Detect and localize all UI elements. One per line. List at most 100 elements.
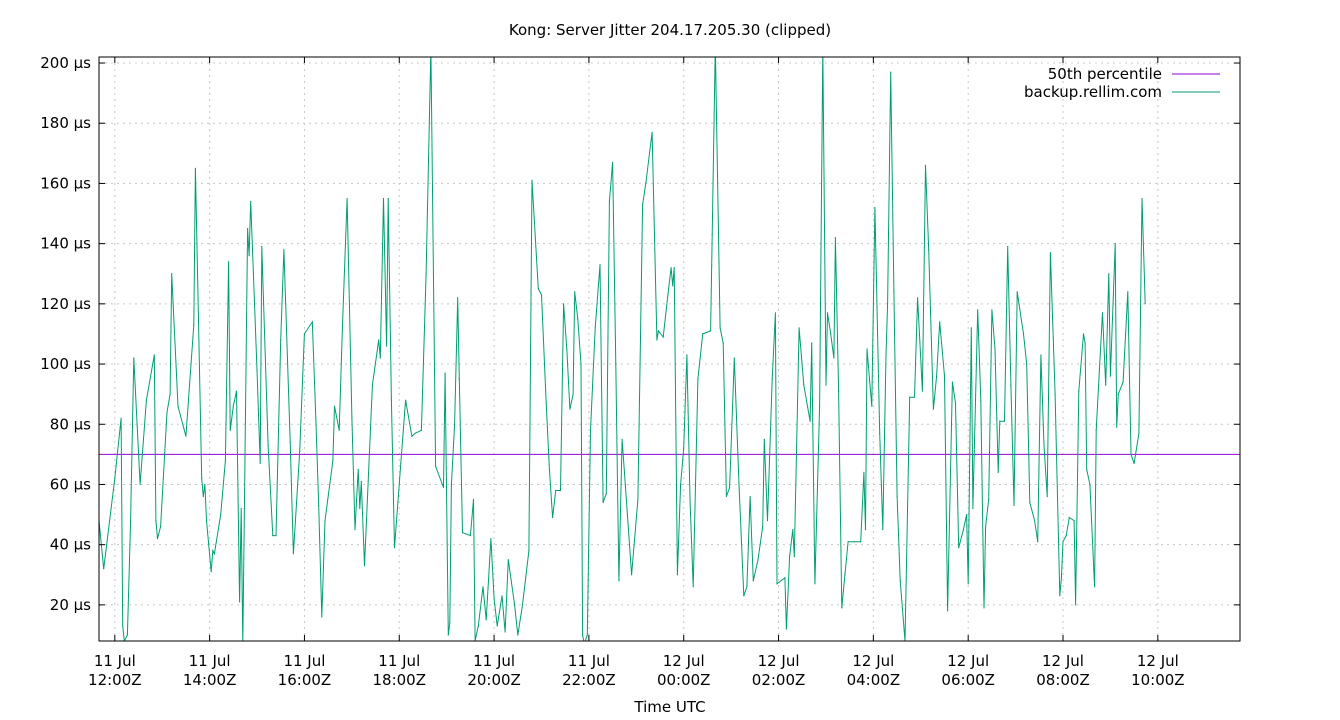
y-tick-label: 20 µs (50, 596, 91, 614)
data-point (924, 164, 927, 166)
data-point (602, 501, 604, 504)
data-point (1059, 595, 1061, 597)
data-point (314, 408, 317, 410)
x-tick-label-date: 11 Jul (568, 652, 610, 670)
x-tick-label-date: 12 Jul (947, 652, 989, 670)
y-tick-label: 200 µs (40, 54, 91, 72)
data-point (1029, 501, 1031, 504)
data-point (962, 529, 965, 531)
data-point (885, 354, 887, 356)
data-point (235, 390, 238, 392)
data-point (814, 583, 816, 585)
data-point (967, 583, 969, 585)
data-point (970, 327, 972, 329)
data-point (1022, 333, 1025, 335)
data-point (1141, 197, 1143, 200)
data-point (1037, 541, 1039, 543)
data-point (711, 234, 713, 236)
data-point (586, 634, 588, 636)
x-tick-label-date: 11 Jul (94, 652, 136, 670)
data-point (798, 327, 800, 329)
data-point (844, 574, 846, 576)
data-point (825, 384, 827, 386)
data-point (977, 309, 979, 311)
data-point (784, 577, 786, 579)
data-point (1054, 393, 1056, 395)
data-point (983, 607, 985, 609)
data-point (400, 462, 402, 464)
data-point (719, 327, 721, 329)
x-tick-label-time: 16:00Z (278, 671, 332, 689)
data-point (145, 399, 147, 401)
data-point (947, 610, 949, 612)
data-point (321, 616, 323, 618)
data-point (442, 486, 445, 489)
y-tick-label: 40 µs (50, 536, 91, 554)
data-point (743, 595, 745, 597)
data-point (414, 432, 416, 434)
data-point (838, 390, 840, 392)
data-point (318, 504, 320, 507)
x-tick-label-date: 11 Jul (189, 652, 231, 670)
data-point (966, 514, 968, 516)
data-point (220, 514, 222, 516)
data-point (194, 167, 196, 169)
x-tick-label-time: 12:00Z (88, 671, 142, 689)
data-point (139, 483, 141, 486)
data-point (819, 405, 821, 407)
data-point (103, 568, 105, 570)
data-point (229, 429, 231, 431)
data-point (507, 559, 509, 561)
data-point (280, 339, 282, 341)
data-point (1127, 291, 1129, 293)
data-point (405, 399, 407, 401)
data-point (461, 532, 464, 534)
data-point (637, 498, 639, 501)
data-point (133, 357, 135, 359)
data-point (656, 339, 658, 341)
data-point (156, 538, 159, 540)
data-point (999, 420, 1001, 422)
data-point (988, 498, 990, 501)
data-point (1086, 468, 1088, 470)
data-point (160, 526, 162, 528)
data-point (435, 465, 437, 467)
data-point (980, 399, 982, 401)
data-point (621, 438, 623, 440)
data-point (899, 580, 901, 582)
data-point (834, 237, 837, 239)
data-point (153, 354, 155, 356)
data-point (917, 297, 919, 299)
data-point (830, 333, 832, 335)
data-point (243, 507, 245, 510)
data-point (594, 327, 596, 329)
data-point (939, 321, 941, 323)
data-point (1094, 586, 1096, 588)
data-point (563, 303, 565, 305)
data-point (393, 547, 396, 549)
data-point (371, 384, 373, 386)
data-point (762, 526, 764, 528)
data-point (702, 333, 704, 335)
data-point (676, 574, 679, 576)
data-point (239, 601, 241, 603)
data-point (250, 200, 252, 203)
data-point (1130, 453, 1132, 455)
data-point (247, 228, 249, 230)
data-point (363, 565, 366, 567)
data-point (566, 348, 568, 350)
data-point (618, 580, 620, 582)
data-point (746, 586, 748, 588)
data-point (692, 586, 694, 588)
data-point (1043, 444, 1045, 446)
data-point (1095, 429, 1097, 431)
data-point (749, 495, 751, 498)
data-point (896, 495, 898, 498)
data-point (357, 468, 359, 470)
data-point (887, 303, 889, 305)
data-point (120, 417, 122, 419)
data-point (673, 267, 675, 269)
data-point (311, 321, 313, 323)
data-point (482, 586, 484, 588)
data-point (1144, 303, 1146, 305)
